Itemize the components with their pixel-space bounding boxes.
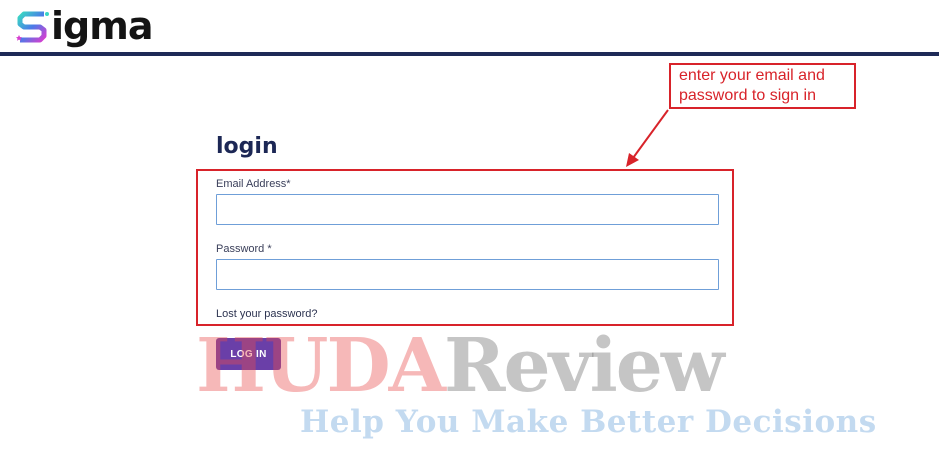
annotation-arrow-icon: [626, 109, 669, 167]
login-button[interactable]: LOG IN: [216, 338, 281, 370]
